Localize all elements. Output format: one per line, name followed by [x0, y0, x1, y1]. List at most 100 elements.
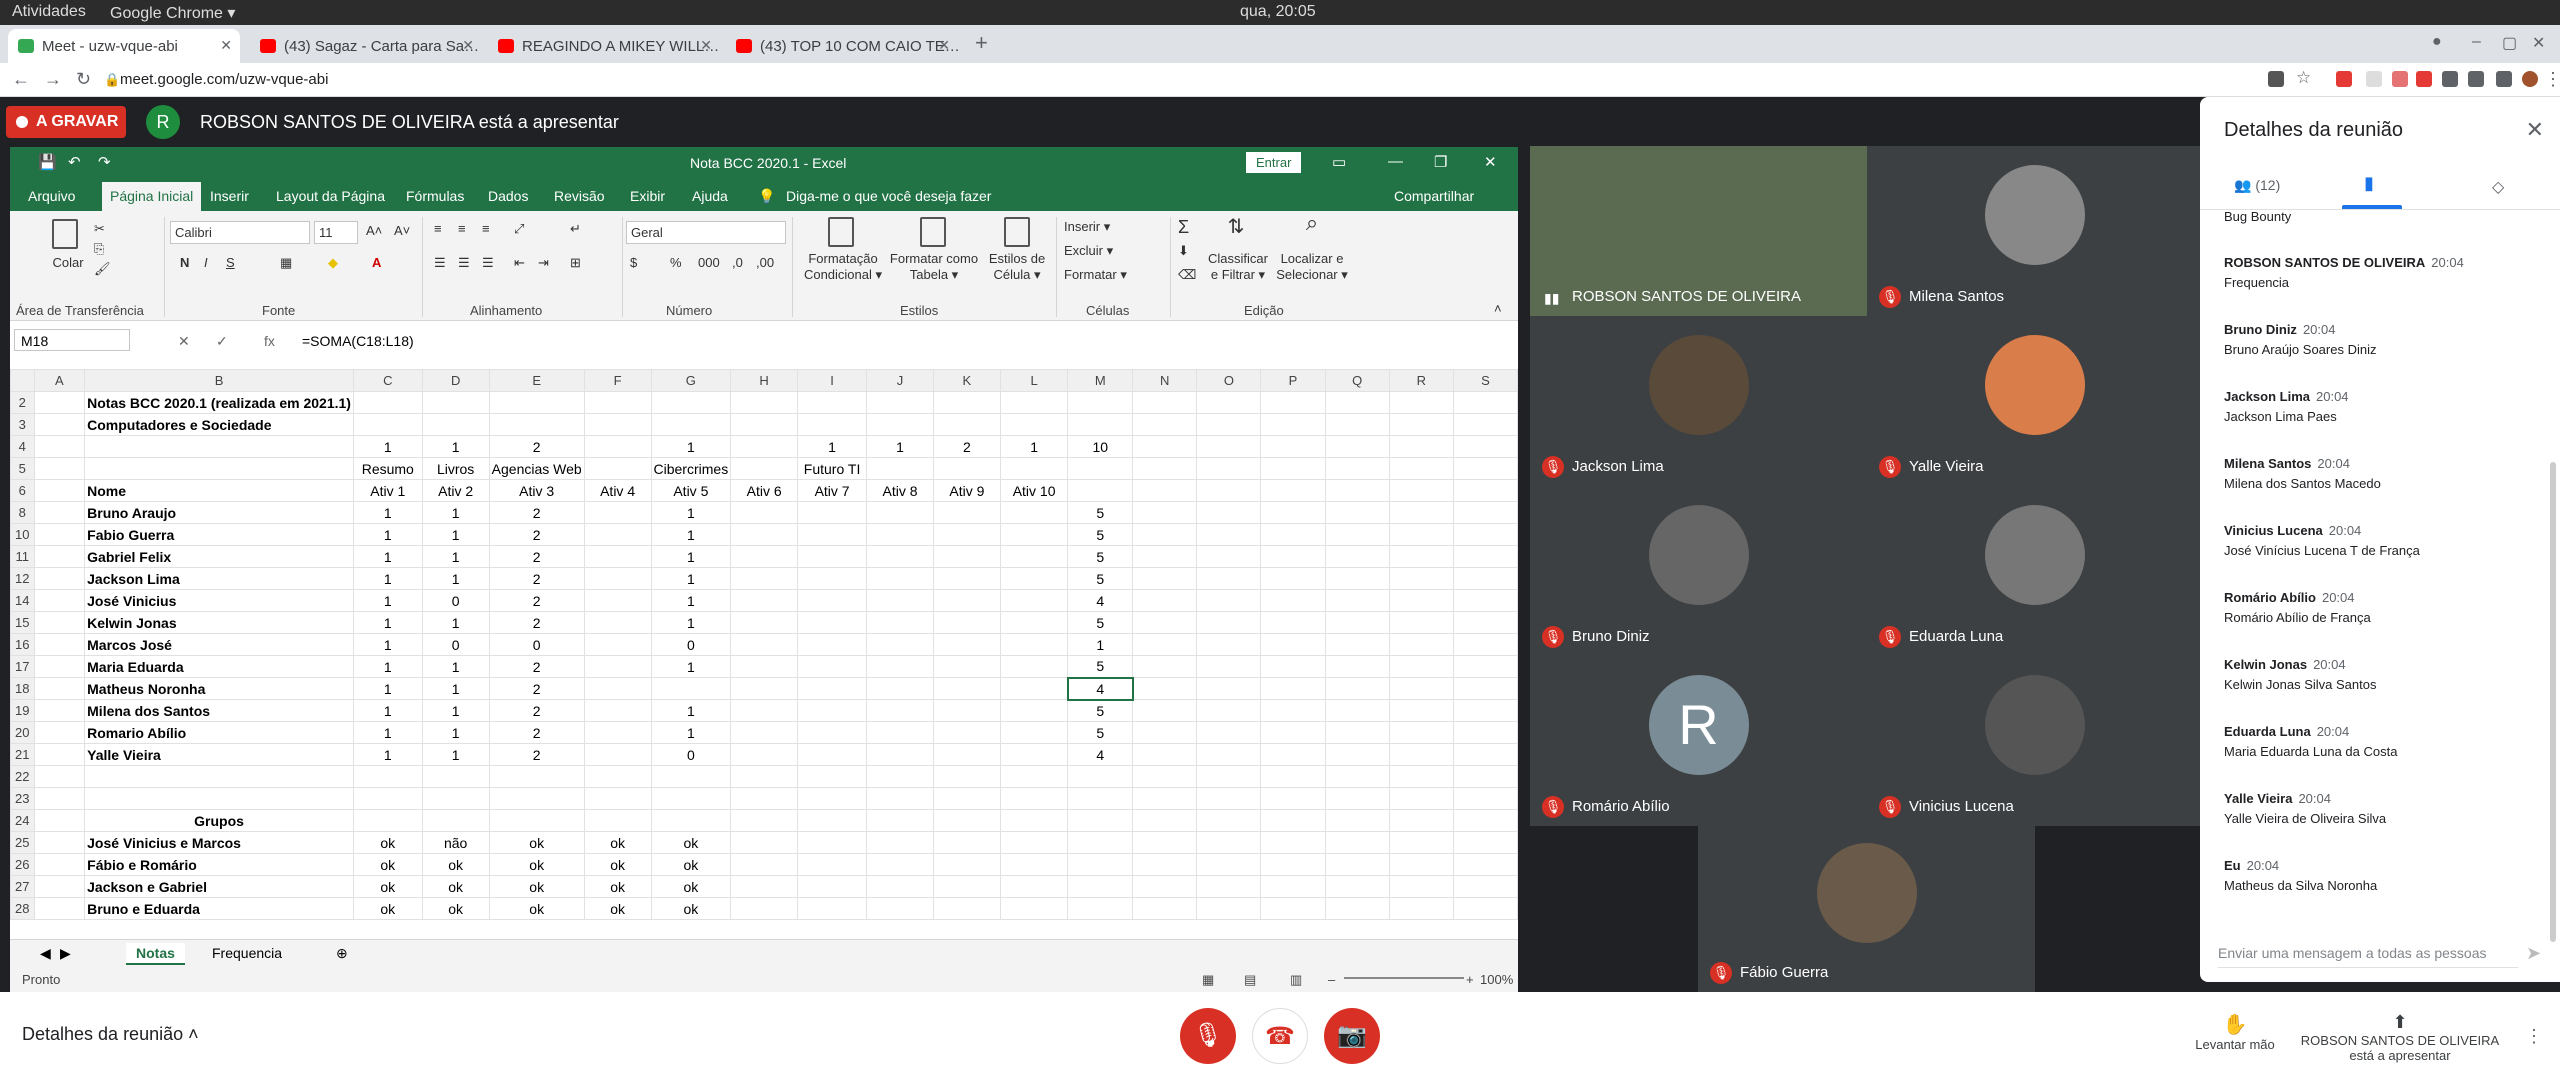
autosum-icon[interactable]: Σ: [1178, 218, 1189, 236]
cell[interactable]: 2: [488, 545, 585, 568]
recording-badge[interactable]: A GRAVAR: [6, 106, 126, 138]
conditional-format-button[interactable]: Formatação Condicional ▾: [798, 251, 888, 283]
cell[interactable]: 2: [488, 743, 585, 766]
cell[interactable]: [1132, 567, 1198, 590]
cell[interactable]: 4: [1067, 589, 1134, 612]
cell[interactable]: [999, 391, 1069, 414]
row-header[interactable]: 26: [10, 853, 35, 876]
cell-styles-icon[interactable]: [1004, 217, 1030, 247]
column-header[interactable]: M: [1067, 369, 1134, 392]
cell[interactable]: [1132, 479, 1198, 502]
cell[interactable]: [866, 743, 934, 766]
cell[interactable]: 5: [1067, 501, 1134, 524]
zoom-slider[interactable]: [1344, 977, 1464, 979]
cell[interactable]: [1388, 435, 1454, 458]
participant-tile[interactable]: R 🎙 Romário Abílio: [1530, 656, 1867, 826]
cell[interactable]: 5: [1067, 523, 1134, 546]
cell[interactable]: [932, 655, 1001, 678]
cell[interactable]: [730, 897, 799, 920]
presenting-status-button[interactable]: ⬆ ROBSON SANTOS DE OLIVEIRA está a apresen…: [2300, 1012, 2500, 1063]
cell[interactable]: [1196, 413, 1262, 436]
zoom-out-icon[interactable]: –: [1328, 972, 1335, 987]
menu-inserir[interactable]: Inserir: [210, 188, 249, 204]
cell[interactable]: [797, 523, 868, 546]
cell[interactable]: [999, 545, 1069, 568]
save-icon[interactable]: 💾: [38, 153, 57, 171]
insert-cells-button[interactable]: Inserir ▾: [1064, 219, 1110, 235]
cell[interactable]: 1: [421, 611, 490, 634]
cell[interactable]: [1388, 633, 1454, 656]
cell[interactable]: 1: [421, 435, 490, 458]
cell[interactable]: [33, 523, 86, 546]
cell[interactable]: [1260, 677, 1326, 700]
tab-youtube-2[interactable]: REAGINDO A MIKEY WILL… ✕: [488, 29, 720, 63]
cell[interactable]: [1324, 721, 1390, 744]
cell[interactable]: 1: [421, 655, 490, 678]
cell[interactable]: [1388, 611, 1454, 634]
cell[interactable]: [797, 413, 868, 436]
format-table-button[interactable]: Formatar como Tabela ▾: [888, 251, 980, 283]
cell[interactable]: ok: [488, 897, 585, 920]
cell[interactable]: 2: [488, 677, 585, 700]
cell[interactable]: 1: [650, 545, 732, 568]
cell[interactable]: [1388, 831, 1454, 854]
cell[interactable]: [1132, 897, 1198, 920]
cell[interactable]: [488, 391, 585, 414]
clear-icon[interactable]: ⌫: [1178, 267, 1196, 283]
cell[interactable]: [1324, 699, 1390, 722]
fill-icon[interactable]: ⬇: [1178, 243, 1189, 259]
cell[interactable]: [1324, 787, 1390, 810]
cell[interactable]: [583, 809, 652, 832]
find-select-button[interactable]: Localizar e Selecionar ▾: [1272, 251, 1352, 283]
cell[interactable]: [583, 567, 652, 590]
cell[interactable]: [797, 545, 868, 568]
cell[interactable]: [1260, 435, 1326, 458]
cell[interactable]: [33, 765, 86, 788]
cell[interactable]: [33, 611, 86, 634]
cell[interactable]: [1388, 875, 1454, 898]
column-header[interactable]: P: [1260, 369, 1326, 392]
borders-icon[interactable]: ▦: [280, 255, 292, 271]
cell[interactable]: [932, 809, 1001, 832]
cell[interactable]: [1452, 699, 1518, 722]
cell[interactable]: Agencias Web: [488, 457, 585, 480]
cell[interactable]: [33, 633, 86, 656]
cell[interactable]: Ativ 5: [650, 479, 732, 502]
cell[interactable]: [1260, 501, 1326, 524]
cell[interactable]: 1: [650, 523, 732, 546]
cell[interactable]: Ativ 4: [583, 479, 652, 502]
sheet-tab-notas[interactable]: Notas: [126, 943, 185, 965]
insert-function-icon[interactable]: fx: [264, 333, 275, 349]
column-header[interactable]: K: [932, 369, 1001, 392]
activities-menu[interactable]: Atividades: [12, 3, 86, 21]
cell[interactable]: [1132, 875, 1198, 898]
cell[interactable]: [999, 677, 1069, 700]
cell[interactable]: [866, 611, 934, 634]
cell[interactable]: [33, 699, 86, 722]
cell[interactable]: [1452, 589, 1518, 612]
cell[interactable]: [1388, 809, 1454, 832]
cell[interactable]: [999, 501, 1069, 524]
cell[interactable]: [1067, 831, 1134, 854]
cell[interactable]: [932, 765, 1001, 788]
cell[interactable]: [650, 787, 732, 810]
cell[interactable]: ok: [650, 875, 732, 898]
sheet-tab-frequencia[interactable]: Frequencia: [202, 943, 292, 963]
format-cells-button[interactable]: Formatar ▾: [1064, 267, 1127, 283]
cell[interactable]: 1: [352, 523, 423, 546]
chat-scrollbar[interactable]: [2550, 462, 2556, 942]
cell[interactable]: [1452, 875, 1518, 898]
cell[interactable]: [932, 457, 1001, 480]
back-icon[interactable]: ←: [12, 69, 30, 90]
cell[interactable]: [797, 743, 868, 766]
cell[interactable]: [1388, 853, 1454, 876]
cell[interactable]: 5: [1067, 545, 1134, 568]
cell[interactable]: [1388, 457, 1454, 480]
cell[interactable]: [866, 677, 934, 700]
cell[interactable]: [1196, 721, 1262, 744]
cell[interactable]: [1452, 413, 1518, 436]
cell[interactable]: [866, 567, 934, 590]
cell[interactable]: [583, 743, 652, 766]
cell[interactable]: [1132, 523, 1198, 546]
cell[interactable]: [866, 655, 934, 678]
